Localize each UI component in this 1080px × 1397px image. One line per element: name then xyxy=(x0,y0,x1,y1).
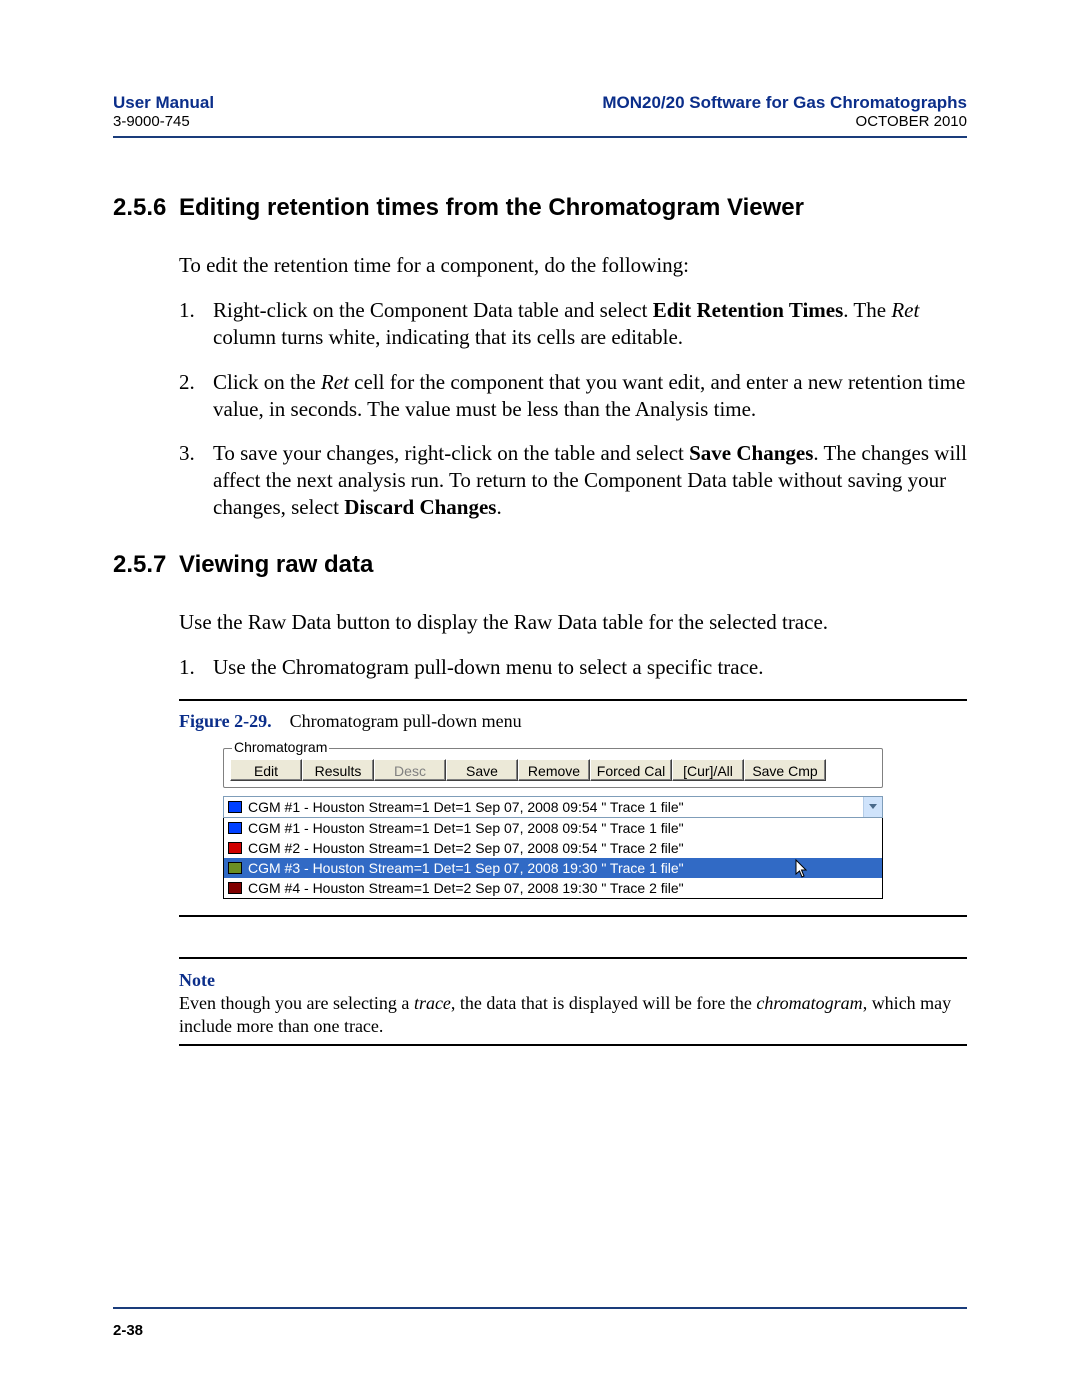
remove-button[interactable]: Remove xyxy=(518,759,590,781)
header-sub-left: 3-9000-745 xyxy=(113,113,214,132)
page-number: 2-38 xyxy=(113,1322,143,1339)
figure-caption-text: Chromatogram pull-down menu xyxy=(290,711,522,731)
section-257-steps: 1. Use the Chromatogram pull-down menu t… xyxy=(179,654,967,681)
section-title-text: Editing retention times from the Chromat… xyxy=(179,194,804,222)
list-item: 2. Click on the Ret cell for the compone… xyxy=(179,369,967,423)
swatch-icon xyxy=(228,862,242,874)
note-block: Note Even though you are selecting a tra… xyxy=(179,969,967,1038)
page-header: User Manual 3-9000-745 MON20/20 Software… xyxy=(113,92,967,138)
footer-rule xyxy=(113,1307,967,1309)
section-heading-257: 2.5.7 Viewing raw data xyxy=(113,551,967,579)
section-number: 2.5.7 xyxy=(113,551,179,579)
dropdown-selected-text: CGM #1 - Houston Stream=1 Det=1 Sep 07, … xyxy=(248,799,684,815)
figure-label: Figure 2-29. xyxy=(179,711,272,731)
text-italic: trace xyxy=(414,993,451,1013)
dropdown-item-text: CGM #4 - Houston Stream=1 Det=2 Sep 07, … xyxy=(248,880,684,896)
section-256-intro: To edit the retention time for a compone… xyxy=(179,252,967,279)
chromatogram-button-row: Edit Results Desc Save Remove Forced Cal… xyxy=(230,759,876,781)
swatch-icon xyxy=(228,822,242,834)
text-run: To save your changes, right-click on the… xyxy=(213,441,689,465)
text-run: Click on the xyxy=(213,370,321,394)
forced-cal-button[interactable]: Forced Cal xyxy=(590,759,672,781)
section-257-intro: Use the Raw Data button to display the R… xyxy=(179,609,967,636)
text-run: . xyxy=(496,495,501,519)
text-italic: chromatogram xyxy=(756,993,862,1013)
note-label: Note xyxy=(179,969,967,992)
text-run: , the data that is displayed will be for… xyxy=(451,993,756,1013)
text-italic: Ret xyxy=(321,370,349,394)
step-text: Right-click on the Component Data table … xyxy=(213,297,967,351)
text-bold: Edit Retention Times xyxy=(653,298,844,322)
text-italic: Ret xyxy=(891,298,919,322)
edit-button[interactable]: Edit xyxy=(230,759,302,781)
text-run: Right-click on the Component Data table … xyxy=(213,298,653,322)
header-title-right: MON20/20 Software for Gas Chromatographs xyxy=(602,92,967,113)
text-bold: Save Changes xyxy=(689,441,813,465)
results-button[interactable]: Results xyxy=(302,759,374,781)
dropdown-arrow-button[interactable] xyxy=(863,797,882,817)
header-title-left: User Manual xyxy=(113,92,214,113)
figure-caption: Figure 2-29. Chromatogram pull-down menu xyxy=(179,711,967,732)
dropdown-item-selected[interactable]: CGM #3 - Houston Stream=1 Det=1 Sep 07, … xyxy=(224,858,882,878)
text-run: column turns white, indicating that its … xyxy=(213,325,683,349)
step-number: 2. xyxy=(179,369,213,423)
header-sub-right: OCTOBER 2010 xyxy=(602,113,967,132)
section-title-text: Viewing raw data xyxy=(179,551,373,579)
section-number: 2.5.6 xyxy=(113,194,179,222)
dropdown-item[interactable]: CGM #2 - Houston Stream=1 Det=2 Sep 07, … xyxy=(224,838,882,858)
chromatogram-fieldset-legend: Chromatogram xyxy=(232,739,329,755)
step-text: Use the Chromatogram pull-down menu to s… xyxy=(213,654,967,681)
chromatogram-panel: Chromatogram Edit Results Desc Save Remo… xyxy=(223,748,883,899)
text-bold: Discard Changes xyxy=(344,495,496,519)
step-number: 1. xyxy=(179,654,213,681)
dropdown-item-text: CGM #3 - Houston Stream=1 Det=1 Sep 07, … xyxy=(248,860,684,876)
chevron-down-icon xyxy=(869,804,877,809)
text-run: . The xyxy=(843,298,891,322)
chromatogram-dropdown-list: CGM #1 - Houston Stream=1 Det=1 Sep 07, … xyxy=(223,818,883,899)
text-run: Even though you are selecting a xyxy=(179,993,414,1013)
chromatogram-dropdown[interactable]: CGM #1 - Houston Stream=1 Det=1 Sep 07, … xyxy=(223,796,883,818)
dropdown-item-text: CGM #1 - Houston Stream=1 Det=1 Sep 07, … xyxy=(248,820,684,836)
step-number: 3. xyxy=(179,440,213,521)
desc-button: Desc xyxy=(374,759,446,781)
section-heading-256: 2.5.6 Editing retention times from the C… xyxy=(113,194,967,222)
dropdown-item[interactable]: CGM #4 - Houston Stream=1 Det=2 Sep 07, … xyxy=(224,878,882,898)
note-text: Even though you are selecting a trace, t… xyxy=(179,992,967,1038)
swatch-icon xyxy=(228,842,242,854)
swatch-icon xyxy=(228,801,242,813)
list-item: 1. Right-click on the Component Data tab… xyxy=(179,297,967,351)
list-item: 1. Use the Chromatogram pull-down menu t… xyxy=(179,654,967,681)
dropdown-item-text: CGM #2 - Houston Stream=1 Det=2 Sep 07, … xyxy=(248,840,684,856)
save-cmp-button[interactable]: Save Cmp xyxy=(744,759,826,781)
step-text: To save your changes, right-click on the… xyxy=(213,440,967,521)
swatch-icon xyxy=(228,882,242,894)
step-text: Click on the Ret cell for the component … xyxy=(213,369,967,423)
list-item: 3. To save your changes, right-click on … xyxy=(179,440,967,521)
save-button[interactable]: Save xyxy=(446,759,518,781)
cur-all-button[interactable]: [Cur]/All xyxy=(672,759,744,781)
step-number: 1. xyxy=(179,297,213,351)
section-256-steps: 1. Right-click on the Component Data tab… xyxy=(179,297,967,521)
dropdown-item[interactable]: CGM #1 - Houston Stream=1 Det=1 Sep 07, … xyxy=(224,818,882,838)
